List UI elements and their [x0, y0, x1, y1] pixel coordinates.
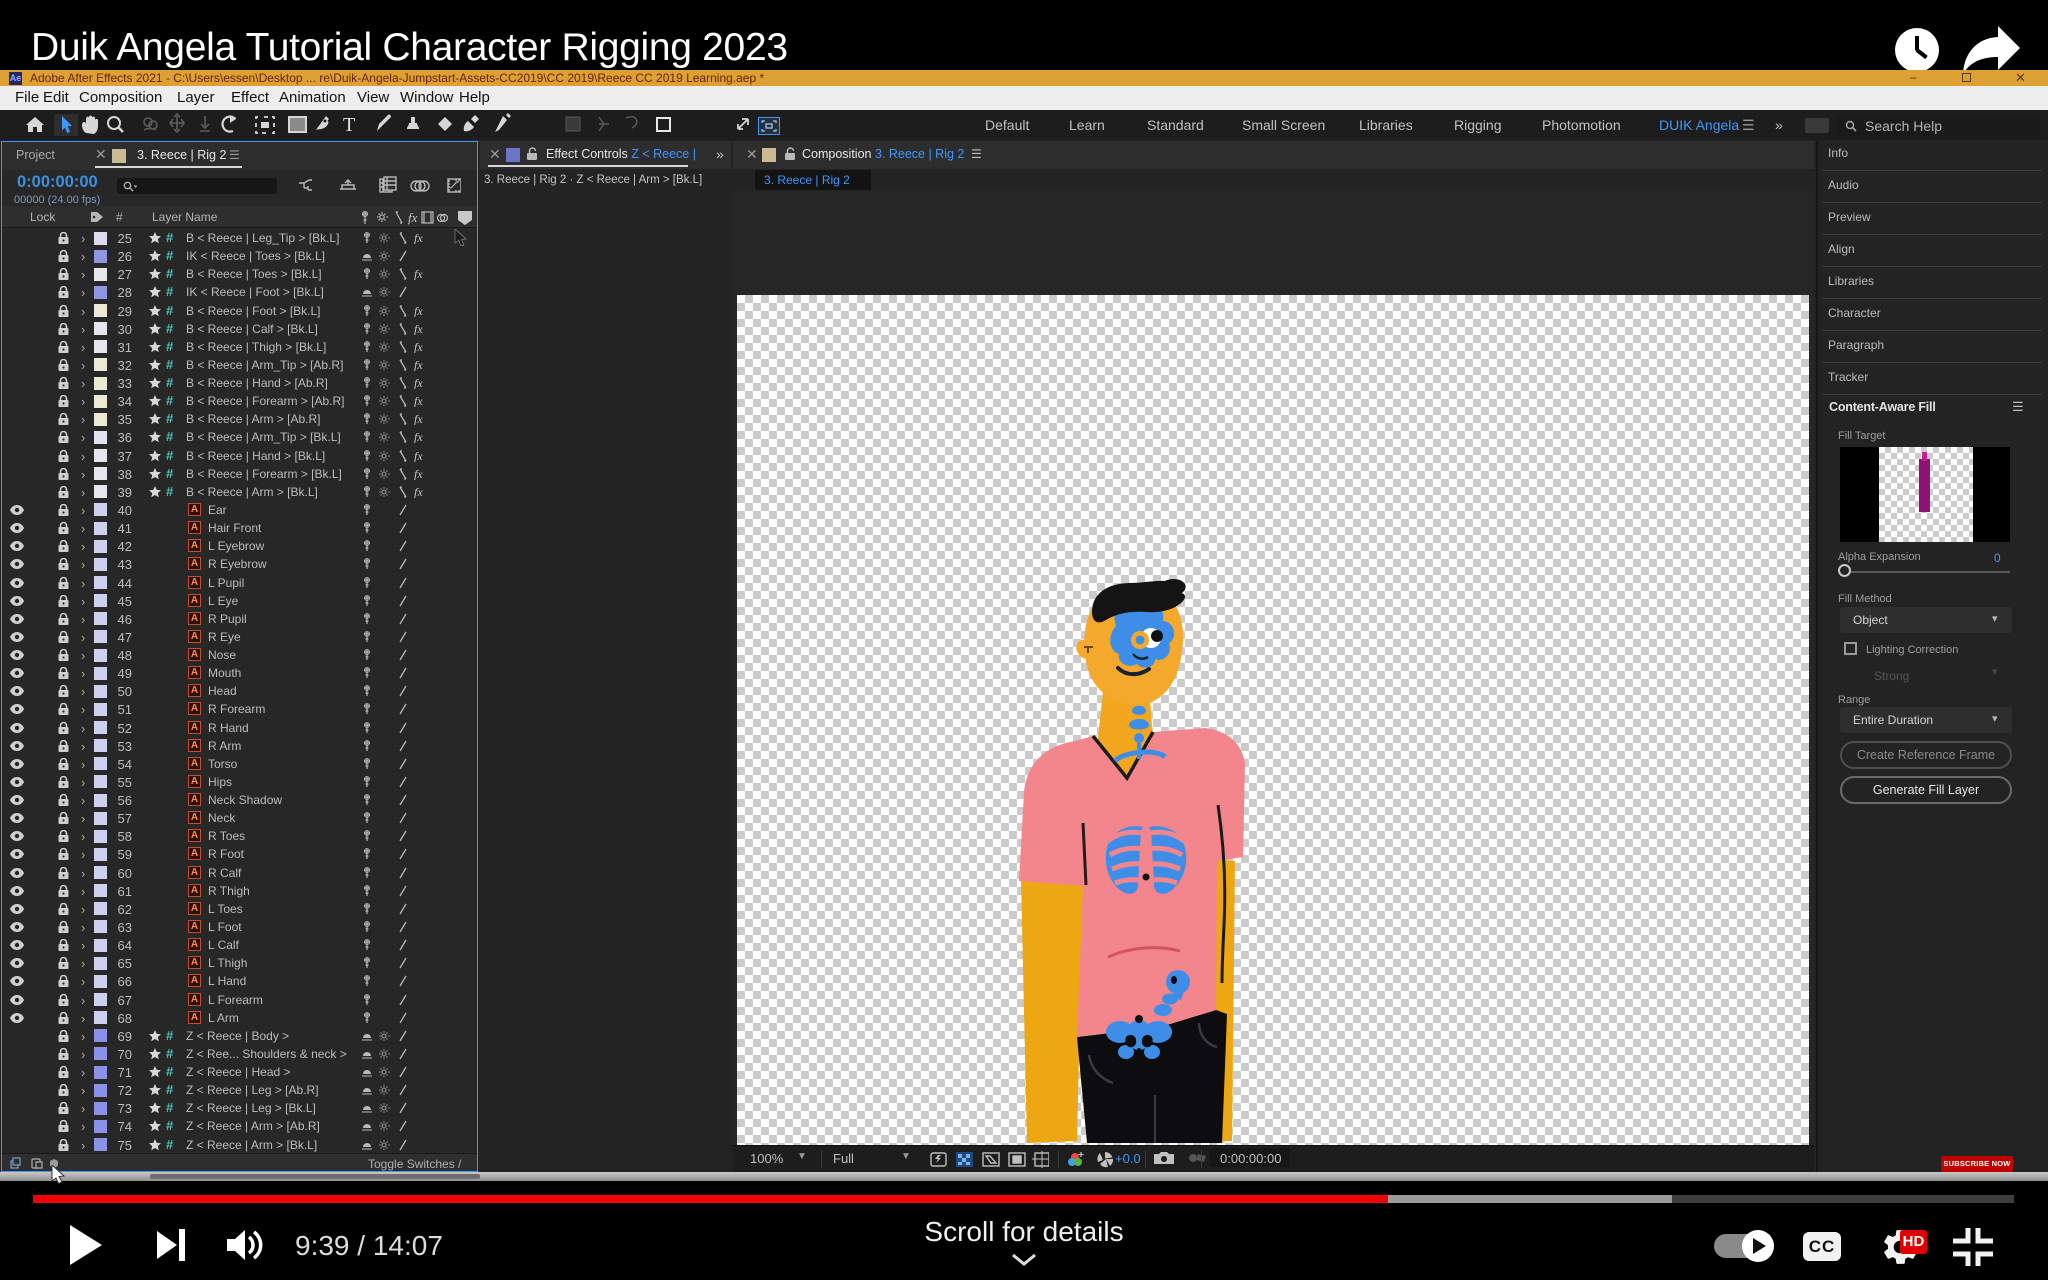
svg-text:fx: fx: [408, 210, 418, 225]
svg-text:fx: fx: [414, 413, 423, 425]
svg-text:fx: fx: [414, 486, 423, 498]
svg-text:T: T: [343, 114, 355, 136]
svg-text:fx: fx: [414, 305, 423, 317]
svg-text:fx: fx: [414, 341, 423, 353]
svg-text:fx: fx: [414, 323, 423, 335]
svg-text:fx: fx: [414, 268, 423, 280]
svg-text:fx: fx: [414, 377, 423, 389]
svg-text:fx: fx: [414, 232, 423, 244]
svg-text:fx: fx: [414, 431, 423, 443]
svg-text:fx: fx: [414, 359, 423, 371]
svg-text:fx: fx: [414, 450, 423, 462]
svg-text:fx: fx: [414, 395, 423, 407]
svg-text:fx: fx: [414, 468, 423, 480]
